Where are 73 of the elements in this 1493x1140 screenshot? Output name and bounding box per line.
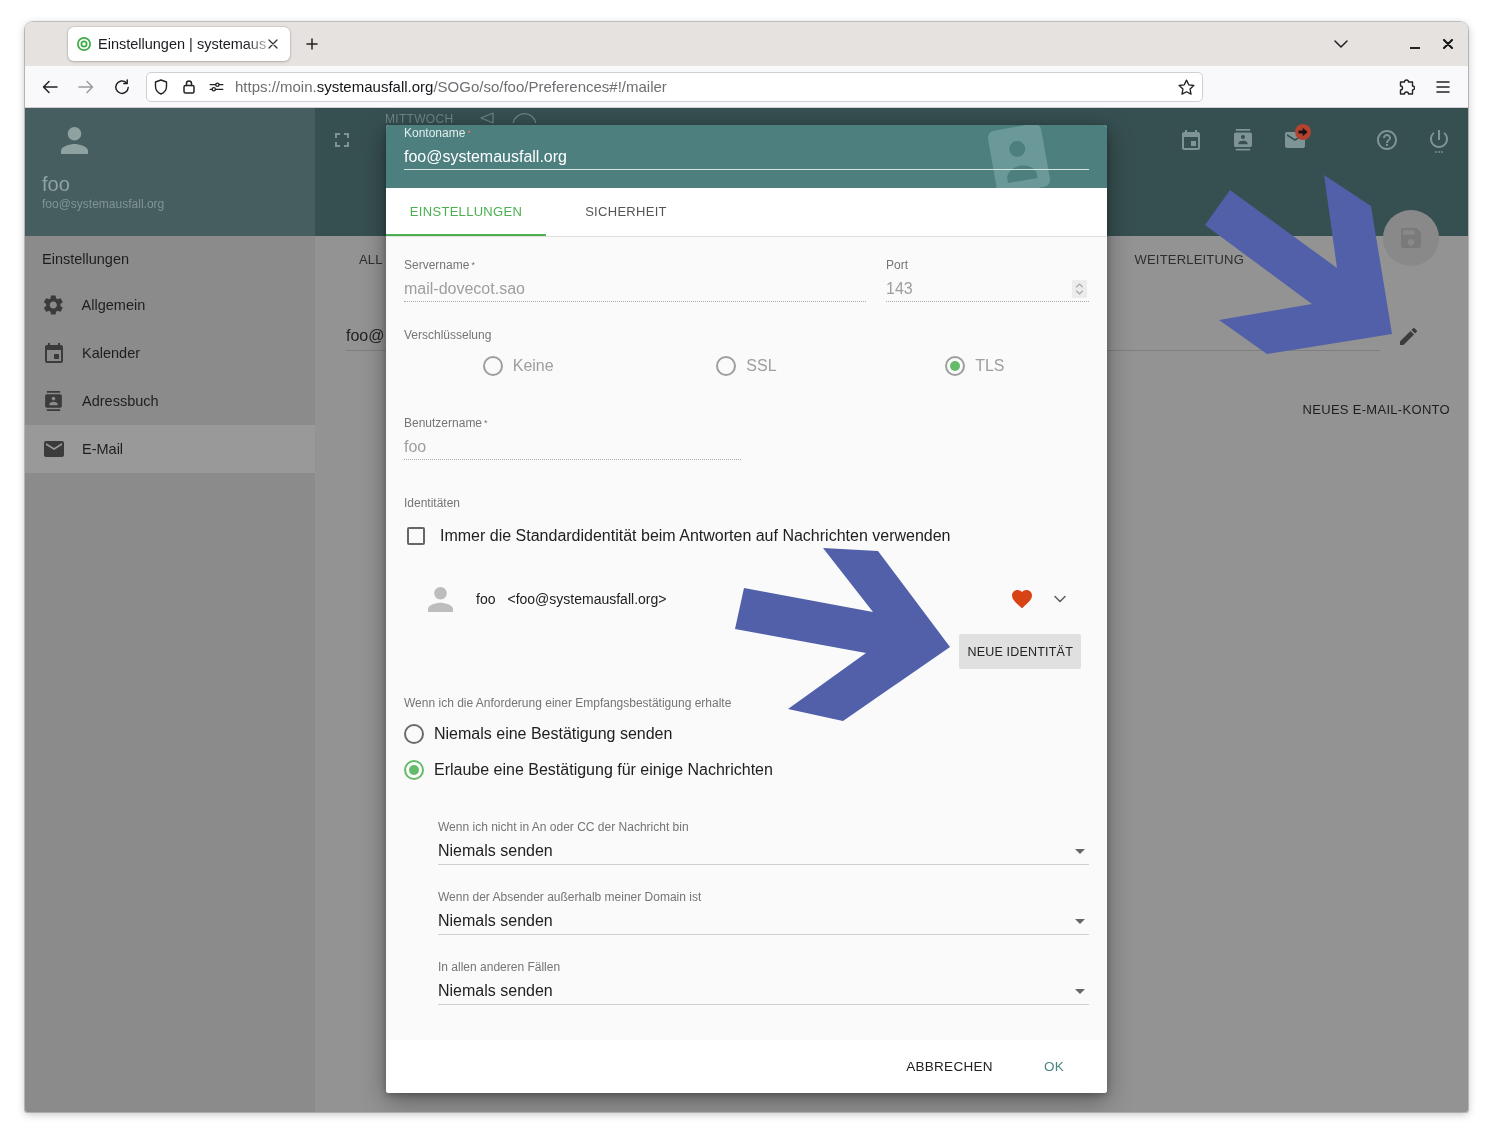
lock-icon[interactable] [183, 79, 195, 94]
close-icon[interactable] [268, 39, 278, 49]
contact-card-icon[interactable] [1234, 129, 1252, 151]
tab[interactable]: WEITERLEITUNG [1134, 252, 1244, 270]
identity-name: foo [476, 591, 496, 607]
field-label: Kontoname * [404, 126, 471, 140]
cancel-button[interactable]: ABBRECHEN [890, 1051, 1009, 1082]
user-name: foo [42, 172, 70, 196]
caret-icon [1075, 988, 1085, 994]
sidebar-item[interactable]: E-Mail [25, 425, 315, 473]
fullscreen-icon[interactable] [335, 133, 349, 147]
field-label: Wenn ich die Anforderung einer Empfangsbestätigung erhalte [404, 695, 732, 711]
identity-email: <foo@systemausfall.org> [507, 591, 667, 607]
pencil-icon[interactable] [1400, 328, 1417, 345]
field-label: Wenn der Absender außerhalb meiner Domain ist [438, 889, 702, 905]
avatar-icon [428, 586, 453, 612]
account-name: foo@ [346, 327, 385, 344]
select-field[interactable]: Niemals senden [438, 909, 1089, 935]
tab[interactable]: ALL [359, 252, 383, 270]
sidebar-item[interactable]: Adressbuch [25, 377, 315, 425]
new-account-button[interactable]: NEUES E-MAIL-KONTO [1294, 398, 1458, 421]
help-icon[interactable] [1377, 130, 1397, 150]
checkbox[interactable] [407, 527, 425, 545]
plus-icon[interactable] [306, 38, 318, 50]
field-label: Identitäten [404, 495, 461, 511]
arrow-badge-icon [1295, 124, 1311, 140]
field-label: Servername * [404, 257, 475, 273]
heart-icon[interactable] [1012, 589, 1032, 609]
forward-arrow-icon[interactable] [78, 79, 94, 94]
radio-button[interactable] [404, 760, 424, 780]
radio-label[interactable]: Niemals eine Bestätigung senden [434, 722, 673, 746]
select-field[interactable]: Niemals senden [438, 979, 1089, 1005]
contact-card-icon [45, 391, 62, 411]
field-label: Port [886, 257, 908, 273]
power-icon[interactable] [1430, 130, 1448, 153]
address-field[interactable]: https://moin.systemausfall.org/SOGo/so/foo/Preferences#!/mailer [146, 71, 1203, 102]
checkbox-label[interactable]: Immer die Standardidentität beim Antworten auf Nachrichten verwenden [440, 524, 951, 548]
select-field[interactable]: Niemals senden [438, 839, 1089, 865]
radio-label[interactable]: Erlaube eine Bestätigung für einige Nachrichten [434, 758, 773, 782]
envelope-icon [44, 441, 64, 457]
new-identity-button[interactable]: NEUE IDENTITÄT [959, 634, 1081, 669]
radio-button[interactable] [404, 724, 424, 744]
user-email: foo@systemausfall.org [42, 196, 165, 212]
gear-icon [44, 295, 63, 315]
sidebar-item[interactable]: Kalender [25, 329, 315, 377]
browser-tab[interactable]: Einstellungen | systemaus [68, 27, 290, 61]
shield-icon[interactable] [154, 78, 168, 95]
star-icon[interactable] [1178, 78, 1195, 95]
field-label: Verschlüsselung [404, 327, 492, 343]
close-icon[interactable] [1443, 39, 1453, 49]
sidebar-title: Einstellungen [42, 250, 130, 269]
arc-icon[interactable] [512, 113, 538, 123]
chevron-down-icon[interactable] [1334, 40, 1348, 48]
back-arrow-icon[interactable] [42, 79, 58, 94]
field-label: Wenn ich nicht in An oder CC der Nachricht bin [438, 819, 689, 835]
sidebar-item[interactable]: Allgemein [25, 281, 315, 329]
field-label: In allen anderen Fällen [438, 959, 561, 975]
favicon-icon [77, 37, 91, 51]
field-label: Benutzername * [404, 415, 488, 431]
avatar-icon [61, 127, 88, 154]
account-name-field[interactable]: foo@systemausfall.org [404, 147, 1089, 170]
triangle-icon[interactable] [480, 112, 495, 124]
calendar-icon [45, 343, 63, 363]
tab[interactable]: SICHERHEIT [546, 188, 706, 236]
sliders-icon[interactable] [209, 81, 224, 92]
tab[interactable]: EINSTELLUNGEN [386, 188, 546, 236]
calendar-icon[interactable] [1182, 130, 1200, 150]
caret-icon [1075, 918, 1085, 924]
menu-icon[interactable] [1436, 80, 1450, 93]
reload-icon[interactable] [114, 78, 130, 95]
caret-icon [1075, 848, 1085, 854]
puzzle-icon[interactable] [1399, 78, 1415, 95]
ok-button[interactable]: OK [1027, 1051, 1080, 1082]
